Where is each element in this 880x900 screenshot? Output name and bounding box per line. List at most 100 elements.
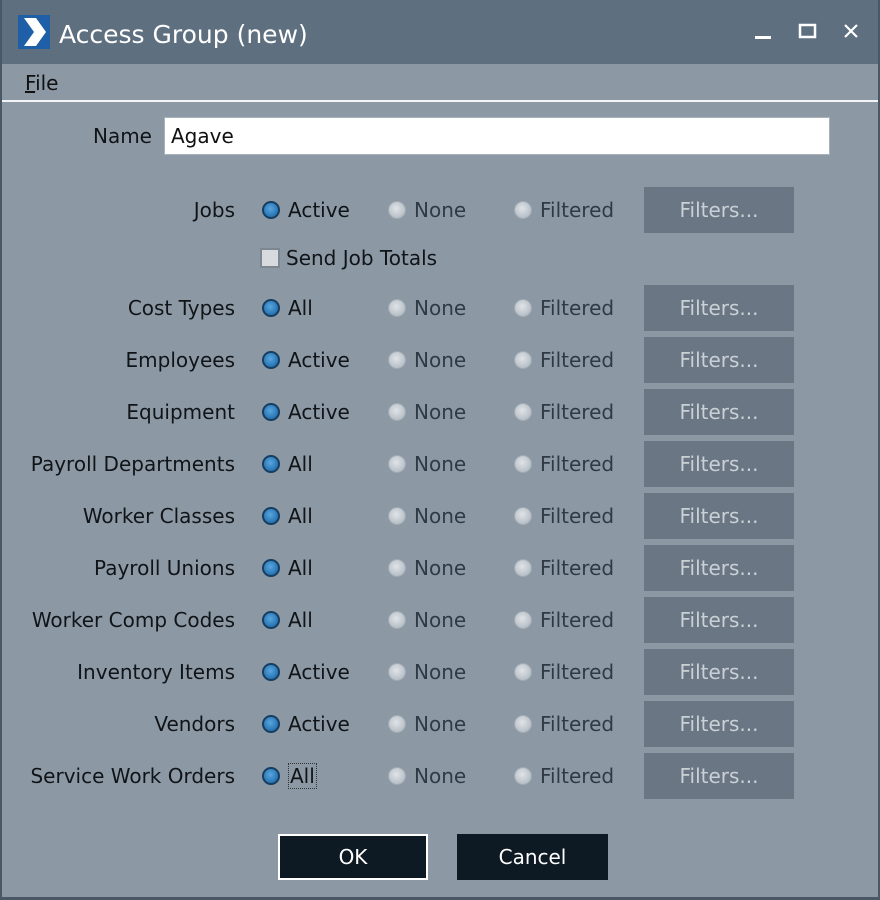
- radio-option[interactable]: Active: [262, 336, 350, 384]
- radio-option[interactable]: None: [388, 284, 466, 332]
- send-job-totals-checkbox[interactable]: Send Job Totals: [260, 245, 437, 271]
- radio-option[interactable]: None: [388, 648, 466, 696]
- radio-button-icon[interactable]: [514, 767, 532, 785]
- radio-option[interactable]: Filtered: [514, 284, 614, 332]
- minimize-icon[interactable]: [748, 17, 778, 47]
- radio-button-icon[interactable]: [388, 403, 406, 421]
- maximize-icon[interactable]: [792, 17, 822, 47]
- name-label: Name: [92, 124, 152, 148]
- radio-option[interactable]: None: [388, 700, 466, 748]
- radio-button-icon[interactable]: [514, 351, 532, 369]
- access-row: Equipment Active None Filtered Filters...: [2, 388, 880, 436]
- radio-button-icon[interactable]: [388, 455, 406, 473]
- radio-button-icon[interactable]: [262, 663, 280, 681]
- radio-option[interactable]: None: [388, 492, 466, 540]
- radio-button-icon[interactable]: [388, 559, 406, 577]
- radio-button-icon[interactable]: [388, 299, 406, 317]
- app-logo-icon: [18, 15, 50, 49]
- radio-option[interactable]: None: [388, 336, 466, 384]
- radio-option[interactable]: Filtered: [514, 336, 614, 384]
- radio-button-icon[interactable]: [514, 201, 532, 219]
- radio-button-icon[interactable]: [388, 611, 406, 629]
- radio-button-icon[interactable]: [388, 715, 406, 733]
- radio-option[interactable]: None: [388, 752, 466, 800]
- radio-button-icon[interactable]: [514, 611, 532, 629]
- radio-button-icon[interactable]: [262, 715, 280, 733]
- radio-button-icon[interactable]: [514, 559, 532, 577]
- radio-option[interactable]: All: [262, 440, 313, 488]
- filters-button[interactable]: Filters...: [644, 441, 794, 487]
- row-label: Vendors: [154, 712, 235, 736]
- checkbox-box[interactable]: [260, 248, 280, 268]
- radio-option[interactable]: Active: [262, 648, 350, 696]
- filters-button[interactable]: Filters...: [644, 597, 794, 643]
- radio-option[interactable]: All: [262, 544, 313, 592]
- radio-option[interactable]: All: [262, 752, 317, 800]
- radio-option[interactable]: All: [262, 596, 313, 644]
- radio-option[interactable]: All: [262, 492, 313, 540]
- cancel-button[interactable]: Cancel: [457, 834, 608, 880]
- radio-button-icon[interactable]: [514, 403, 532, 421]
- radio-label: Filtered: [540, 660, 615, 684]
- filters-button[interactable]: Filters...: [644, 187, 794, 233]
- filters-button[interactable]: Filters...: [644, 337, 794, 383]
- radio-option[interactable]: None: [388, 440, 466, 488]
- radio-option[interactable]: None: [388, 544, 466, 592]
- radio-option[interactable]: None: [388, 388, 466, 436]
- ok-button[interactable]: OK: [278, 834, 428, 880]
- radio-option[interactable]: Active: [262, 388, 350, 436]
- close-icon[interactable]: [836, 17, 866, 47]
- radio-button-icon[interactable]: [514, 507, 532, 525]
- radio-label: None: [414, 556, 467, 580]
- radio-option[interactable]: Filtered: [514, 492, 614, 540]
- radio-option[interactable]: Filtered: [514, 596, 614, 644]
- radio-button-icon[interactable]: [514, 715, 532, 733]
- radio-button-icon[interactable]: [262, 559, 280, 577]
- menu-file[interactable]: File: [25, 71, 58, 95]
- filters-button[interactable]: Filters...: [644, 285, 794, 331]
- radio-button-icon[interactable]: [262, 507, 280, 525]
- radio-button-icon[interactable]: [388, 767, 406, 785]
- filters-button[interactable]: Filters...: [644, 649, 794, 695]
- filters-button[interactable]: Filters...: [644, 701, 794, 747]
- radio-option[interactable]: Filtered: [514, 388, 614, 436]
- radio-option[interactable]: None: [388, 186, 466, 234]
- filters-button[interactable]: Filters...: [644, 545, 794, 591]
- menu-file-rest: ile: [35, 71, 59, 95]
- radio-button-icon[interactable]: [262, 351, 280, 369]
- radio-label: None: [414, 400, 467, 424]
- radio-button-icon[interactable]: [262, 201, 280, 219]
- radio-button-icon[interactable]: [388, 201, 406, 219]
- radio-option[interactable]: Filtered: [514, 544, 614, 592]
- radio-button-icon[interactable]: [514, 663, 532, 681]
- radio-option[interactable]: Active: [262, 700, 350, 748]
- radio-button-icon[interactable]: [262, 299, 280, 317]
- radio-button-icon[interactable]: [388, 351, 406, 369]
- radio-button-icon[interactable]: [262, 455, 280, 473]
- access-row: Inventory Items Active None Filtered Filters…: [2, 648, 880, 696]
- radio-button-icon[interactable]: [262, 611, 280, 629]
- filters-button[interactable]: Filters...: [644, 389, 794, 435]
- radio-label: All: [288, 452, 313, 476]
- radio-option[interactable]: Filtered: [514, 186, 614, 234]
- filters-button[interactable]: Filters...: [644, 753, 794, 799]
- radio-button-icon[interactable]: [388, 663, 406, 681]
- radio-button-icon[interactable]: [514, 299, 532, 317]
- radio-option[interactable]: Filtered: [514, 752, 614, 800]
- radio-label: Filtered: [540, 712, 615, 736]
- name-input[interactable]: [164, 117, 830, 155]
- radio-button-icon[interactable]: [388, 507, 406, 525]
- radio-option[interactable]: All: [262, 284, 313, 332]
- radio-button-icon[interactable]: [262, 767, 280, 785]
- radio-option[interactable]: Filtered: [514, 648, 614, 696]
- window-title: Access Group (new): [59, 20, 308, 49]
- radio-label: None: [414, 198, 467, 222]
- radio-option[interactable]: Filtered: [514, 700, 614, 748]
- radio-option[interactable]: None: [388, 596, 466, 644]
- radio-option[interactable]: Active: [262, 186, 350, 234]
- title-bar[interactable]: Access Group (new): [2, 0, 878, 64]
- radio-option[interactable]: Filtered: [514, 440, 614, 488]
- radio-button-icon[interactable]: [262, 403, 280, 421]
- radio-button-icon[interactable]: [514, 455, 532, 473]
- filters-button[interactable]: Filters...: [644, 493, 794, 539]
